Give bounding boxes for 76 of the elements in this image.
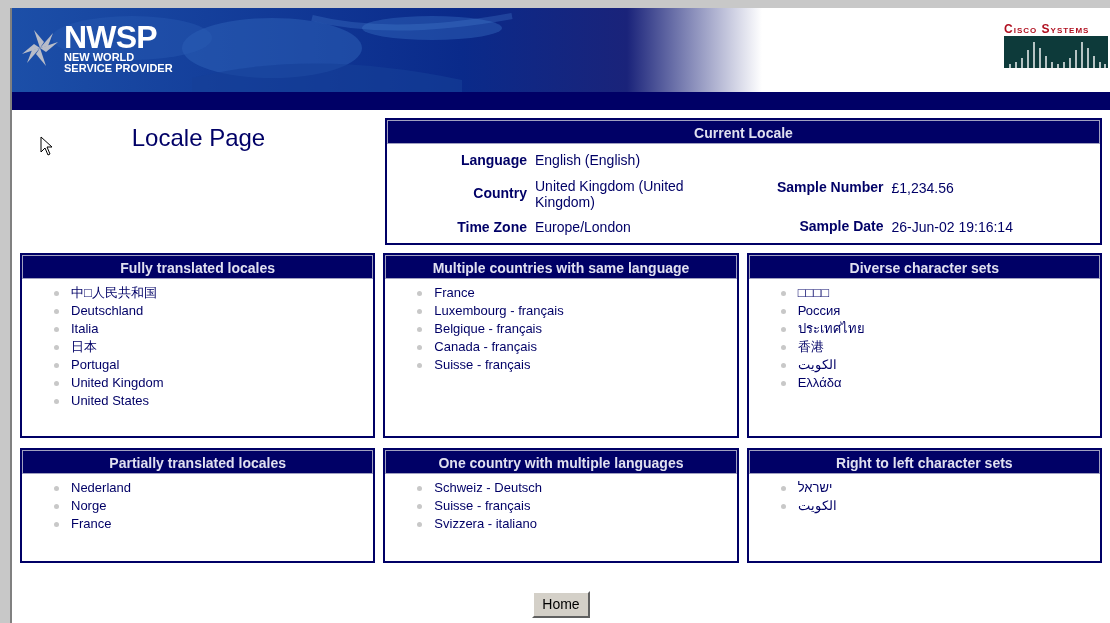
locale-link[interactable]: United States: [71, 391, 150, 411]
bullet-icon: [780, 308, 786, 314]
locale-link[interactable]: United Kingdom: [71, 373, 164, 393]
field-label: Time Zone: [456, 217, 527, 237]
field-value: 26-Jun-02 19:16:14: [891, 218, 1014, 235]
panel-header: Diverse character sets: [748, 255, 1100, 279]
panel-header: Multiple countries with same language: [385, 255, 737, 279]
bullet-icon: [54, 485, 59, 491]
bullet-icon: [54, 521, 59, 527]
locale-link[interactable]: ประเทศไทย: [797, 319, 865, 339]
bullet-icon: [780, 485, 786, 491]
field-label: Sample Number: [775, 178, 884, 197]
locale-link[interactable]: Deutschland: [71, 301, 144, 321]
bullet-icon: [780, 326, 786, 332]
mouse-pointer-icon: [40, 136, 53, 156]
bullet-icon: [780, 344, 786, 350]
locale-link[interactable]: Suisse - français: [434, 355, 531, 375]
locale-link[interactable]: France: [71, 514, 112, 534]
bullet-icon: [417, 326, 423, 332]
locale-link[interactable]: France: [434, 283, 475, 303]
locale-link[interactable]: الكويت: [797, 355, 837, 375]
logo-subtitle: NEW WORLD: [64, 52, 136, 63]
panel-header: Right to left character sets: [748, 450, 1100, 474]
bullet-icon: [417, 290, 423, 296]
panel-header: Fully translated locales: [22, 255, 374, 279]
field-label: Language: [459, 150, 527, 170]
field-value: Europe/London: [535, 219, 632, 235]
locale-link[interactable]: الكويت: [797, 496, 837, 516]
field-label: Sample Date: [798, 217, 884, 236]
partner-logo: Cisco Systems: [1004, 22, 1108, 92]
page-title: Locale Page: [131, 123, 266, 153]
locale-link[interactable]: Norge: [71, 496, 107, 516]
field-value: United Kingdom (United Kingdom): [535, 177, 685, 210]
locale-link[interactable]: Nederland: [71, 478, 131, 498]
field-label: Country: [472, 184, 527, 203]
bullet-icon: [780, 503, 786, 509]
locale-link[interactable]: 香港: [797, 337, 824, 357]
panel-header: One country with multiple languages: [385, 450, 737, 474]
locale-link[interactable]: □□□□: [797, 283, 830, 303]
bullet-icon: [54, 326, 59, 332]
bullet-icon: [780, 380, 786, 386]
bullet-icon: [417, 503, 423, 509]
field-value: English (English): [535, 152, 642, 168]
bullet-icon: [417, 344, 423, 350]
locale-link[interactable]: 日本: [71, 337, 97, 357]
bullet-icon: [780, 290, 786, 296]
locale-link[interactable]: 中□人民共和国: [71, 283, 157, 303]
bullet-icon: [780, 362, 786, 368]
locale-link[interactable]: ישראל: [797, 478, 833, 498]
locale-link[interactable]: Ελλάδα: [797, 373, 842, 393]
locale-link[interactable]: Portugal: [71, 355, 120, 375]
home-button[interactable]: Home: [532, 591, 590, 618]
bullet-icon: [54, 380, 59, 386]
locale-link[interactable]: Belgique - français: [434, 319, 542, 339]
logo-title: NWSP: [64, 22, 158, 52]
bullet-icon: [417, 308, 423, 314]
bullet-icon: [417, 485, 423, 491]
bullet-icon: [54, 308, 59, 314]
locale-link[interactable]: Svizzera - italiano: [434, 514, 537, 534]
field-value: £1,234.56: [891, 179, 955, 196]
locale-link[interactable]: Italia: [71, 319, 99, 339]
locale-link[interactable]: Canada - français: [434, 337, 537, 357]
bullet-icon: [54, 503, 59, 509]
bullet-icon: [417, 521, 423, 527]
bullet-icon: [417, 362, 423, 368]
logo-subtitle: SERVICE PROVIDER: [64, 63, 173, 74]
locale-link[interactable]: Luxembourg - français: [434, 301, 564, 321]
locale-link[interactable]: Suisse - français: [434, 496, 531, 516]
bullet-icon: [54, 362, 59, 368]
bullet-icon: [54, 344, 59, 350]
bullet-icon: [54, 398, 59, 404]
locale-link[interactable]: Россия: [797, 301, 841, 321]
bullet-icon: [54, 290, 59, 296]
panel-header: Current Locale: [387, 120, 1100, 144]
panel-header: Partially translated locales: [22, 450, 374, 474]
locale-link[interactable]: Schweiz - Deutsch: [434, 478, 542, 498]
